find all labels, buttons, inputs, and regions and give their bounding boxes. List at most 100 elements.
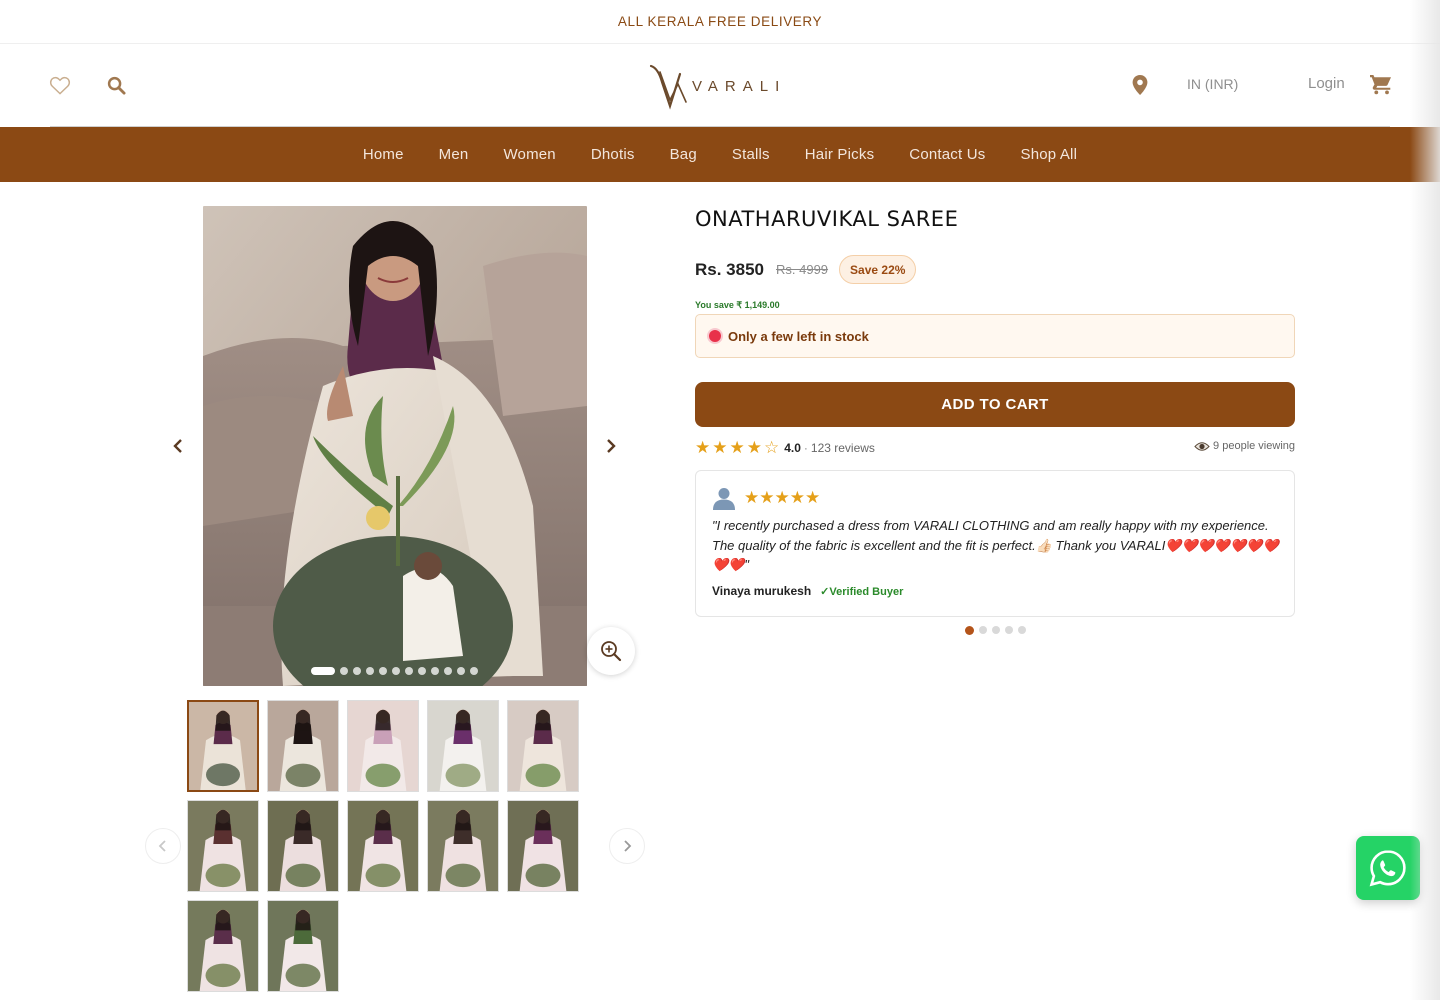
currency-selector[interactable]: IN (INR) (1187, 76, 1238, 92)
rating-value: 4.0 (784, 441, 801, 455)
thumbnail-12[interactable] (267, 900, 339, 992)
nav-link-shop-all[interactable]: Shop All (1020, 146, 1077, 163)
gallery-dot[interactable] (379, 667, 387, 675)
gallery-dot[interactable] (444, 667, 452, 675)
thumbnail-photo (188, 901, 258, 991)
add-to-cart-button[interactable]: ADD TO CART (695, 382, 1295, 427)
gallery-dot[interactable] (353, 667, 361, 675)
thumbnail-photo (428, 701, 498, 791)
thumbnails-next-chevron-icon[interactable] (609, 828, 645, 864)
thumbnail-4[interactable] (427, 700, 499, 792)
thumbnail-photo (268, 801, 338, 891)
thumbnail-7[interactable] (267, 800, 339, 892)
sale-price: Rs. 3850 (695, 259, 764, 279)
thumbnail-9[interactable] (427, 800, 499, 892)
review-card: ★★★★★ "I recently purchased a dress from… (695, 470, 1295, 617)
thumbnail-photo (188, 801, 258, 891)
thumbnail-1[interactable] (187, 700, 259, 792)
thumbnail-8[interactable] (347, 800, 419, 892)
product-title: ONATHARUVIKAL SAREE (695, 207, 959, 231)
eye-icon (1194, 441, 1210, 451)
gallery-dot[interactable] (470, 667, 478, 675)
search-icon[interactable] (104, 73, 128, 97)
announcement-text: ALL KERALA FREE DELIVERY (617, 14, 823, 29)
gallery-dot[interactable] (431, 667, 439, 675)
gallery-prev-chevron-icon[interactable] (166, 434, 190, 458)
gallery-dot[interactable] (418, 667, 426, 675)
stock-status-dot-icon (709, 330, 721, 342)
thumbnail-photo (189, 702, 257, 790)
thumbnail-photo (268, 701, 338, 791)
gallery-dot[interactable] (405, 667, 413, 675)
whatsapp-chat-button[interactable] (1356, 836, 1420, 900)
site-header: VARALI IN (INR) Login (0, 44, 1440, 127)
you-save-text: You save ₹ 1,149.00 (695, 300, 780, 310)
save-badge: Save 22% (839, 255, 917, 284)
nav-link-bag[interactable]: Bag (670, 146, 697, 163)
thumbnail-6[interactable] (187, 800, 259, 892)
reviewer-avatar-icon (713, 488, 735, 510)
cart-icon[interactable] (1368, 71, 1394, 97)
varali-logo[interactable]: VARALI (648, 60, 788, 112)
verified-buyer-badge: ✓Verified Buyer (820, 585, 904, 598)
login-link[interactable]: Login (1308, 75, 1345, 92)
thumbnail-5[interactable] (507, 700, 579, 792)
thumbnail-photo (348, 701, 418, 791)
nav-link-stalls[interactable]: Stalls (732, 146, 770, 163)
review-dot[interactable] (992, 626, 1000, 634)
saree-model-photo (203, 206, 587, 686)
wishlist-heart-icon[interactable] (48, 73, 72, 97)
nav-link-men[interactable]: Men (439, 146, 469, 163)
gallery-dot[interactable] (340, 667, 348, 675)
thumbnail-photo (268, 901, 338, 991)
stock-alert: Only a few left in stock (695, 314, 1295, 358)
thumbnail-10[interactable] (507, 800, 579, 892)
thumbnail-photo (348, 801, 418, 891)
gallery-dots (311, 667, 478, 675)
review-dot[interactable] (979, 626, 987, 634)
thumbnail-photo (428, 801, 498, 891)
header-divider (50, 126, 1390, 127)
nav-link-hair-picks[interactable]: Hair Picks (805, 146, 875, 163)
gallery-dot[interactable] (457, 667, 465, 675)
review-dot[interactable] (965, 626, 974, 635)
location-pin-icon[interactable] (1128, 73, 1152, 97)
review-stars-icon: ★★★★★ (744, 488, 821, 508)
nav-link-dhotis[interactable]: Dhotis (591, 146, 635, 163)
main-product-photo[interactable] (203, 206, 587, 686)
gallery-dot[interactable] (311, 667, 335, 675)
price-row: Rs. 3850 Rs. 4999 Save 22% (695, 255, 917, 284)
review-text: "I recently purchased a dress from VARAL… (712, 518, 1279, 572)
gallery-dot[interactable] (392, 667, 400, 675)
thumbnails-prev-chevron-icon[interactable] (145, 828, 181, 864)
whatsapp-icon (1369, 850, 1406, 887)
thumbnail-3[interactable] (347, 700, 419, 792)
compare-at-price: Rs. 4999 (776, 262, 829, 277)
thumbnail-photo (508, 801, 578, 891)
announcement-bar: ALL KERALA FREE DELIVERY (0, 0, 1440, 44)
reviewer-name: Vinaya murukesh (712, 584, 812, 598)
stock-message: Only a few left in stock (728, 328, 869, 344)
logo-wordmark: VARALI (692, 77, 787, 95)
live-viewers: 9 people viewing (1194, 440, 1295, 452)
nav-link-contact-us[interactable]: Contact Us (909, 146, 985, 163)
gallery-dot[interactable] (366, 667, 374, 675)
varali-logo-mark-icon (649, 64, 687, 110)
thumbnail-11[interactable] (187, 900, 259, 992)
gallery-next-chevron-icon[interactable] (599, 434, 623, 458)
thumbnail-2[interactable] (267, 700, 339, 792)
thumbnail-grid (187, 700, 582, 992)
review-count[interactable]: 123 reviews (811, 441, 875, 455)
thumbnail-photo (508, 701, 578, 791)
main-navigation: Home Men Women Dhotis Bag Stalls Hair Picks Con… (0, 127, 1440, 182)
review-dot[interactable] (1018, 626, 1026, 634)
viewing-count: 9 people viewing (1213, 440, 1295, 452)
review-dot[interactable] (1005, 626, 1013, 634)
rating-separator: · (803, 441, 808, 455)
zoom-in-magnifier-icon[interactable] (587, 627, 635, 675)
rating-summary[interactable]: ★★★★☆ 4.0 · 123 reviews (695, 438, 875, 458)
rating-stars-icon: ★★★★☆ (695, 438, 782, 458)
review-carousel-dots (965, 626, 1026, 635)
nav-link-home[interactable]: Home (363, 146, 404, 163)
nav-link-women[interactable]: Women (503, 146, 555, 163)
